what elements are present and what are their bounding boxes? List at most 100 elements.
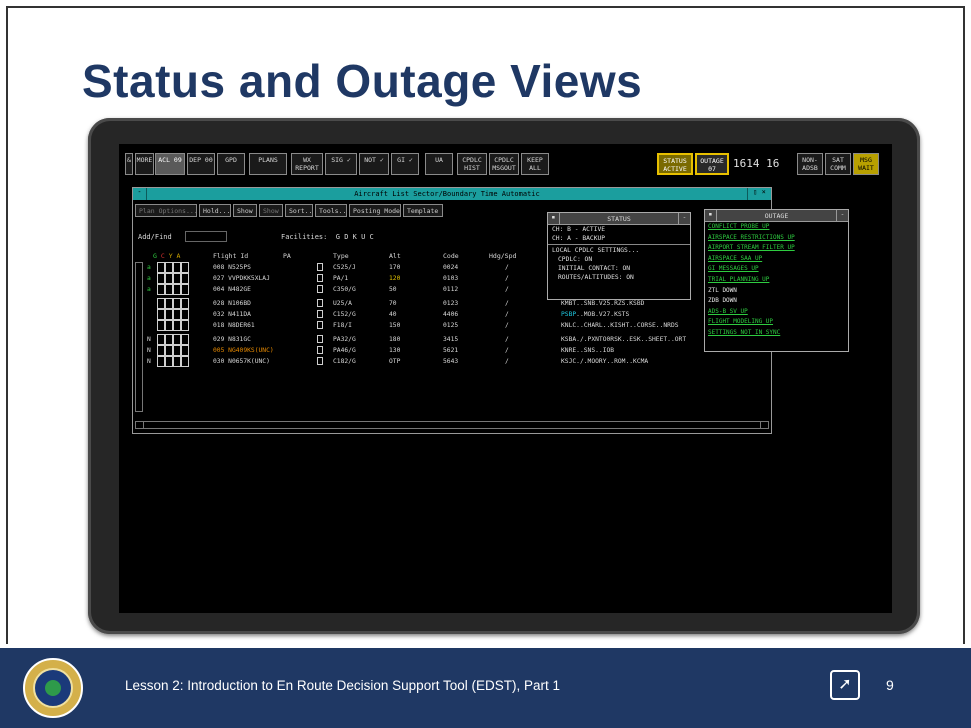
pa-checkbox[interactable] [317, 335, 323, 343]
toolbar-button[interactable]: WX REPORT [291, 153, 323, 175]
menu-button[interactable]: Posting Mode [349, 204, 401, 217]
aircraft-type[interactable]: PA32/G [333, 336, 356, 343]
flag-cell[interactable] [157, 273, 165, 284]
altitude[interactable]: 130 [389, 347, 400, 354]
menu-button[interactable]: Show [233, 204, 257, 217]
column-flight-id[interactable]: Flight Id [213, 252, 248, 260]
pa-checkbox[interactable] [317, 274, 323, 282]
toolbar-button[interactable]: CPDLC HIST [457, 153, 487, 175]
hdg-spd[interactable]: / [505, 286, 509, 293]
toolbar-button[interactable]: MSG WAIT [853, 153, 879, 175]
flight-id[interactable]: 004 N482GE [213, 286, 251, 293]
flag-cell[interactable] [165, 298, 173, 309]
pa-checkbox[interactable] [317, 346, 323, 354]
flight-id[interactable]: 027 VVPDKK5XLAJ [213, 275, 270, 282]
flag-cell[interactable] [181, 345, 189, 356]
aircraft-type[interactable]: C525/J [333, 264, 356, 271]
table-row[interactable]: N 005 NG409KS(UNC) PA46/G 130 5621 / KNRE..SNS… [133, 345, 771, 356]
local-cpdlc-settings-button[interactable]: LOCAL CPDLC SETTINGS... [548, 246, 690, 255]
flag-cell[interactable] [165, 320, 173, 331]
window-menu-icon[interactable]: - [133, 188, 147, 200]
flag-cell[interactable] [181, 334, 189, 345]
column-hdg-spd[interactable]: Hdg/Spd [489, 252, 516, 260]
flag-cell[interactable] [157, 309, 165, 320]
column-alt[interactable]: Alt [389, 252, 401, 260]
flight-id[interactable]: 032 N411DA [213, 311, 251, 318]
flight-id[interactable]: 028 N106BD [213, 300, 251, 307]
menu-button[interactable]: Tools... [315, 204, 347, 217]
aircraft-list-titlebar[interactable]: - Aircraft List Sector/Boundary Time Aut… [133, 188, 771, 200]
flag-cell[interactable] [173, 298, 181, 309]
flag-cell[interactable] [181, 320, 189, 331]
hdg-spd[interactable]: / [505, 311, 509, 318]
flag-cell[interactable] [165, 284, 173, 295]
beacon-code[interactable]: 4406 [443, 311, 458, 318]
flag-cell[interactable] [173, 345, 181, 356]
toolbar-button[interactable]: GPD [217, 153, 245, 175]
flag-cell[interactable] [157, 262, 165, 273]
column-pa[interactable]: PA [283, 252, 291, 260]
menu-button[interactable]: Sort... [285, 204, 313, 217]
beacon-code[interactable]: 5643 [443, 358, 458, 365]
hdg-spd[interactable]: / [505, 322, 509, 329]
horizontal-scrollbar[interactable] [135, 421, 769, 429]
hdg-spd[interactable]: / [505, 336, 509, 343]
altitude[interactable]: 50 [389, 286, 397, 293]
add-find-input[interactable] [185, 231, 227, 242]
status-menu-icon[interactable]: ▪ [548, 212, 560, 225]
beacon-code[interactable]: 0123 [443, 300, 458, 307]
pa-checkbox[interactable] [317, 299, 323, 307]
column-type[interactable]: Type [333, 252, 349, 260]
flag-cell[interactable] [165, 345, 173, 356]
route[interactable]: KMBT..SNB.V25.RZS.KSBD [561, 300, 644, 307]
altitude[interactable]: 150 [389, 322, 400, 329]
flight-id[interactable]: 029 N831GC [213, 336, 251, 343]
column-code[interactable]: Code [443, 252, 459, 260]
pa-checkbox[interactable] [317, 285, 323, 293]
table-row[interactable]: 032 N411DA C152/G 40 4406 / PSBP..MOB.V27.KST… [133, 309, 771, 320]
flag-cell[interactable] [157, 356, 165, 367]
flight-id[interactable]: 030 N0657K(UNC) [213, 358, 270, 365]
menu-button[interactable]: Hold... [199, 204, 231, 217]
altitude[interactable]: OTP [389, 358, 400, 365]
aircraft-type[interactable]: PA46/G [333, 347, 356, 354]
column-flag-c[interactable]: C [161, 252, 165, 260]
toolbar-button[interactable]: ACL 09 [155, 153, 185, 175]
flag-cell[interactable] [181, 273, 189, 284]
flag-cell[interactable] [165, 273, 173, 284]
flag-cell[interactable] [157, 320, 165, 331]
beacon-code[interactable]: 0125 [443, 322, 458, 329]
toolbar-button[interactable]: PLANS [249, 153, 287, 175]
outage-minimize-icon[interactable]: - [836, 209, 848, 222]
toolbar-button[interactable]: CPDLC MSGOUT [489, 153, 519, 175]
scroll-right-icon[interactable] [760, 422, 768, 428]
route[interactable]: KSBA./.PXNTO0RSK..ESK..SHEET..ORT [561, 336, 686, 343]
outage-menu-icon[interactable]: ▪ [705, 209, 717, 222]
table-row[interactable]: 018 N8DER61 F18/I 150 0125 / KNLC..CHARL..KIS… [133, 320, 771, 331]
beacon-code[interactable]: 0024 [443, 264, 458, 271]
status-titlebar[interactable]: ▪ STATUS - [548, 212, 690, 225]
hdg-spd[interactable]: / [505, 300, 509, 307]
beacon-code[interactable]: 0103 [443, 275, 458, 282]
aircraft-type[interactable]: C182/G [333, 358, 356, 365]
hdg-spd[interactable]: / [505, 358, 509, 365]
pa-checkbox[interactable] [317, 263, 323, 271]
flag-cell[interactable] [157, 345, 165, 356]
flag-cell[interactable] [181, 309, 189, 320]
pa-checkbox[interactable] [317, 357, 323, 365]
aircraft-type[interactable]: C152/G [333, 311, 356, 318]
status-minimize-icon[interactable]: - [678, 212, 690, 225]
toolbar-button[interactable]: SIG ✓ [325, 153, 357, 175]
toolbar-button[interactable]: GI ✓ [391, 153, 419, 175]
aircraft-type[interactable]: F18/I [333, 322, 352, 329]
route[interactable]: PSBP..MOB.V27.KSTS [561, 311, 629, 318]
toolbar-button[interactable]: MORE [135, 153, 154, 175]
flag-cell[interactable] [173, 309, 181, 320]
menu-button[interactable]: Template [403, 204, 443, 217]
flag-cell[interactable] [181, 298, 189, 309]
aircraft-type[interactable]: U25/A [333, 300, 352, 307]
flag-cell[interactable] [181, 356, 189, 367]
altitude[interactable]: 120 [389, 275, 400, 282]
outage-button[interactable]: OUTAGE 07 [695, 153, 729, 175]
beacon-code[interactable]: 3415 [443, 336, 458, 343]
